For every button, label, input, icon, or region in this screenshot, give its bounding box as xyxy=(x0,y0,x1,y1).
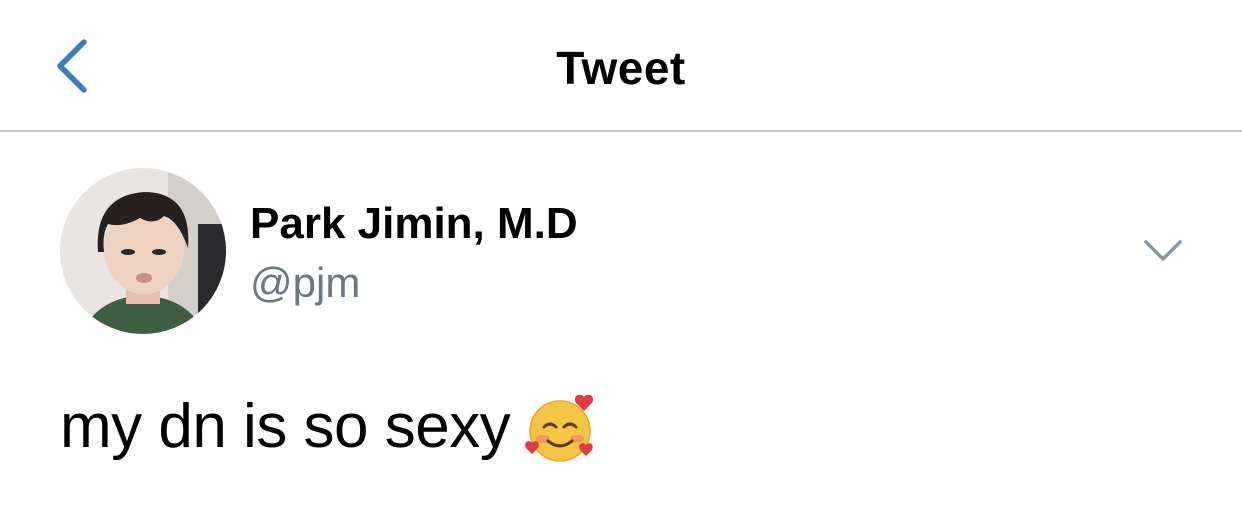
tweet-options-button[interactable] xyxy=(1138,230,1188,270)
navigation-bar: Tweet xyxy=(0,0,1242,132)
author-display-name[interactable]: Park Jimin, M.D xyxy=(250,198,578,250)
author-handle[interactable]: @pjm xyxy=(250,258,360,308)
smiling-face-with-hearts-icon xyxy=(524,393,598,463)
profile-photo xyxy=(60,168,226,334)
page-title: Tweet xyxy=(556,42,686,94)
tweet-body: my dn is so sexy xyxy=(60,390,598,464)
avatar[interactable] xyxy=(60,168,226,334)
chevron-down-icon xyxy=(1144,240,1182,261)
tweet-text: my dn is so sexy xyxy=(60,392,511,461)
